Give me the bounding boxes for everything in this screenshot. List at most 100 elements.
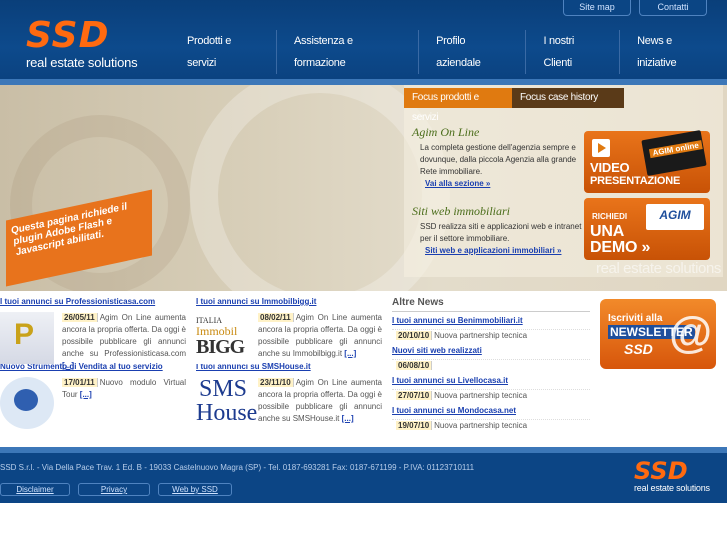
focus-title: Siti web immobiliari [412, 204, 511, 218]
footer-logo-text: SSD [634, 457, 688, 485]
news-column-2: I tuoi annunci su Immobilbigg.it ITALIA … [196, 297, 382, 435]
news-item: 17/01/11 Nuovo modulo Virtual Tour [...] [0, 377, 186, 435]
news-date: 08/02/11 [258, 313, 294, 322]
focus-content: Agim On Line La completa gestione dell'a… [412, 125, 582, 255]
nav-assistenza-formazione[interactable]: Assistenza e formazione [277, 30, 420, 74]
logo-line: SMS [198, 376, 248, 402]
read-more-link[interactable]: [...] [62, 361, 74, 370]
virtual-tour-icon [0, 377, 54, 429]
at-sign-icon: @ [669, 308, 712, 357]
news-date: 27/07/10 [396, 391, 433, 400]
promo-demo-line2: UNA [590, 223, 625, 240]
altre-news: Altre News I tuoi annunci su Benimmobili… [392, 297, 590, 436]
news-date: 23/11/10 [258, 378, 294, 387]
promo-demo-line1: RICHIEDI [592, 212, 628, 221]
altre-news-row: 06/08/10 [392, 359, 590, 372]
banner-watermark: real estate solutions [595, 260, 721, 277]
promo-demo-line3: DEMO » [590, 239, 651, 256]
altre-news-title: Altre News [392, 297, 590, 312]
tab-focus-case-history[interactable]: Focus case history [512, 88, 624, 108]
footer-links: Disclaimer Privacy Web by SSD [0, 483, 232, 496]
top-links: Site map Contatti [563, 0, 707, 16]
news-section: I tuoi annunci su Professionisticasa.com… [0, 291, 727, 447]
news-item: ITALIA Immobil BIGG 08/02/11 Agim On Line… [196, 312, 382, 370]
news-date: 26/05/11 [62, 313, 98, 322]
video-presentazione-button[interactable]: AGIM online VIDEO PRESENTAZIONE [584, 130, 710, 193]
richiedi-demo-button[interactable]: AGIM RICHIEDI UNA DEMO » [584, 198, 710, 260]
altre-news-item: I tuoi annunci su Livellocasa.it 27/07/1… [392, 376, 590, 402]
altre-news-item: I tuoi annunci su Benimmobiliari.it 20/1… [392, 316, 590, 342]
site-footer: SSD S.r.l. - Via Della Pace Trav. 1 Ed. … [0, 447, 727, 503]
logo-subtitle: real estate solutions [26, 55, 138, 70]
nav-profilo-aziendale[interactable]: Profilo aziendale [419, 30, 527, 74]
clapperboard-icon: AGIM online [641, 130, 707, 176]
focus-text: La completa gestione dell'agenzia sempre… [420, 143, 577, 176]
nav-prodotti-servizi[interactable]: Prodotti e servizi [170, 30, 278, 74]
read-more-link[interactable]: [...] [80, 390, 92, 399]
main-navigation: Prodotti e servizi Assistenza e formazio… [170, 30, 727, 74]
vai-sezione-link[interactable]: Vai alla sezione » [412, 179, 582, 188]
news-body: Nuova partnership tecnica [434, 331, 528, 340]
logo-line: BIGG [196, 336, 245, 358]
immobilbigg-logo: ITALIA Immobil BIGG [196, 312, 250, 364]
altre-news-link[interactable]: I tuoi annunci su Benimmobiliari.it [392, 316, 590, 326]
promo-video-line1: VIDEO [590, 160, 630, 175]
privacy-link[interactable]: Privacy [78, 483, 150, 496]
company-info: SSD S.r.l. - Via Della Pace Trav. 1 Ed. … [0, 463, 475, 472]
news-text: 26/05/11 Agim On Line aumenta ancora la p… [62, 312, 186, 372]
altre-news-item: Nuovi siti web realizzati 06/08/10 [392, 346, 590, 372]
news-body: Nuova partnership tecnica [434, 391, 528, 400]
agim-online-badge: AGIM online [648, 140, 703, 159]
agim-logo: AGIM [646, 204, 704, 230]
news-column-1: I tuoi annunci su Professionisticasa.com… [0, 297, 186, 435]
promo-video-line2: PRESENTAZIONE [590, 175, 681, 187]
banner: Questa pagina richiede il plugin Adobe F… [0, 85, 727, 291]
nav-nostri-clienti[interactable]: I nostri Clienti [526, 30, 621, 74]
site-header: SSD real estate solutions Site map Conta… [0, 0, 727, 79]
play-icon [592, 139, 610, 157]
news-title-immobilbigg[interactable]: I tuoi annunci su Immobilbigg.it [196, 297, 382, 307]
professionisticasa-logo [0, 312, 54, 364]
news-date: 19/07/10 [396, 421, 433, 430]
news-date: 17/01/11 [62, 378, 98, 387]
ssd-logo[interactable]: SSD real estate solutions [26, 15, 142, 71]
newsletter-line3: SSD [624, 341, 653, 357]
altre-news-row: 20/10/10 Nuova partnership tecnica [392, 329, 590, 342]
web-by-ssd-link[interactable]: Web by SSD [158, 483, 232, 496]
logo-line: House [196, 400, 258, 426]
news-item: SMS House 23/11/10 Agim On Line aumenta a… [196, 377, 382, 435]
news-title-professionisticasa[interactable]: I tuoi annunci su Professionisticasa.com [0, 297, 186, 307]
altre-news-row: 19/07/10 Nuova partnership tecnica [392, 419, 590, 432]
footer-logo-subtitle: real estate solutions [634, 483, 710, 493]
news-date: 06/08/10 [396, 361, 433, 370]
newsletter-line1: Iscriviti alla [608, 313, 663, 324]
focus-text: SSD realizza siti e applicazioni web e i… [420, 222, 582, 243]
altre-news-link[interactable]: I tuoi annunci su Livellocasa.it [392, 376, 590, 386]
focus-block-siti: Siti web immobiliari SSD realizza siti e… [412, 204, 582, 255]
nav-news-iniziative[interactable]: News e iniziative [620, 30, 727, 74]
altre-news-item: I tuoi annunci su Mondocasa.net 19/07/10… [392, 406, 590, 432]
news-text: 17/01/11 Nuovo modulo Virtual Tour [...] [62, 377, 186, 401]
focus-tabs: Focus prodotti e servizi Focus case hist… [404, 88, 624, 123]
logo-text: SSD [26, 15, 110, 56]
newsletter-signup-button[interactable]: Iscriviti alla NEWSLETTER SSD @ [600, 299, 716, 369]
site-map-link[interactable]: Site map [563, 0, 631, 16]
news-body: Nuova partnership tecnica [434, 421, 528, 430]
siti-web-link[interactable]: Siti web e applicazioni immobiliari » [412, 246, 582, 255]
disclaimer-link[interactable]: Disclaimer [0, 483, 70, 496]
altre-news-link[interactable]: Nuovi siti web realizzati [392, 346, 590, 356]
read-more-link[interactable]: [...] [342, 414, 354, 423]
altre-news-row: 27/07/10 Nuova partnership tecnica [392, 389, 590, 402]
news-date: 20/10/10 [396, 331, 433, 340]
news-text: 08/02/11 Agim On Line aumenta ancora la p… [258, 312, 382, 360]
news-item: 26/05/11Agim On Line aumenta ancora la p… [0, 312, 186, 370]
news-text: 23/11/10 Agim On Line aumenta ancora la p… [258, 377, 382, 425]
smshouse-logo: SMS House [196, 376, 258, 429]
altre-news-link[interactable]: I tuoi annunci su Mondocasa.net [392, 406, 590, 416]
tab-focus-prodotti[interactable]: Focus prodotti e servizi [404, 88, 512, 123]
focus-block-agim: Agim On Line La completa gestione dell'a… [412, 125, 582, 188]
read-more-link[interactable]: [...] [344, 349, 356, 358]
footer-logo: SSD real estate solutions [634, 459, 710, 493]
focus-title: Agim On Line [412, 125, 480, 139]
contatti-link[interactable]: Contatti [639, 0, 707, 16]
